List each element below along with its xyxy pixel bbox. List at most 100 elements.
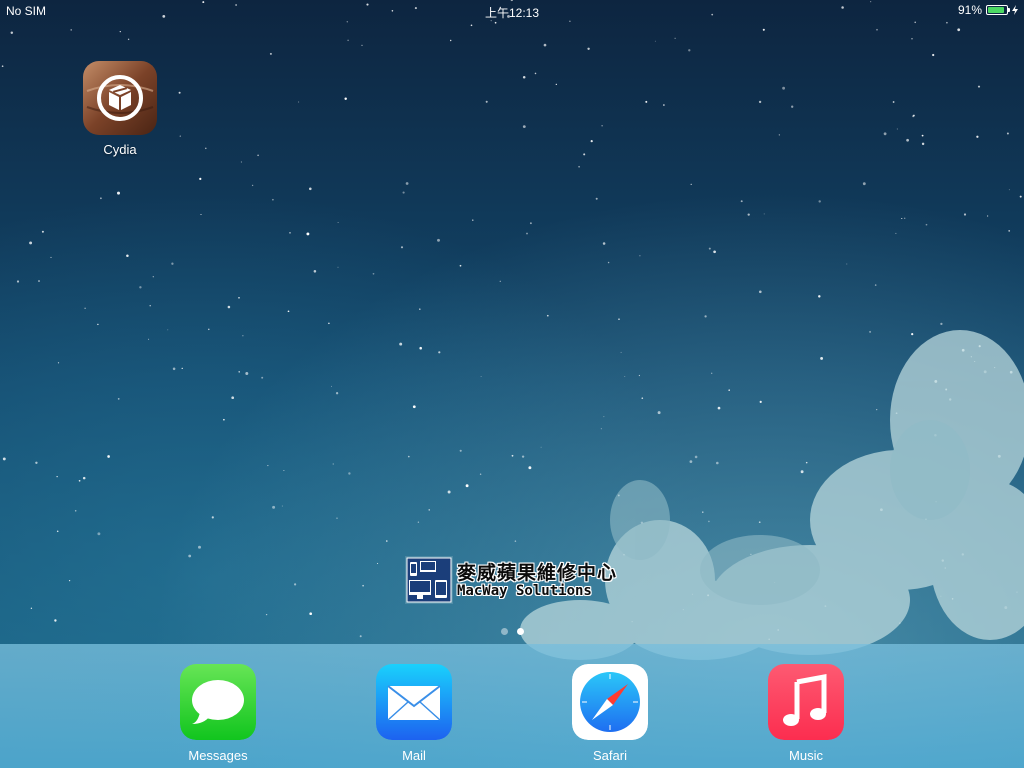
star <box>97 323 99 326</box>
star <box>148 338 150 340</box>
clock: 上午12:13 <box>484 6 540 20</box>
star <box>578 165 580 168</box>
star <box>663 104 665 106</box>
cydia-icon <box>83 61 157 135</box>
star <box>359 635 362 638</box>
star <box>82 476 86 480</box>
star <box>29 241 33 245</box>
star <box>386 540 388 542</box>
star <box>903 217 906 220</box>
music-icon <box>768 664 844 740</box>
star <box>261 376 264 379</box>
dock-app-messages[interactable]: Messages <box>173 664 263 763</box>
page-dot-1[interactable] <box>500 628 508 635</box>
app-cydia[interactable]: Cydia <box>75 61 165 157</box>
star <box>283 470 285 471</box>
star <box>740 200 743 203</box>
watermark-chinese-text: 麥威蘋果維修中心 <box>457 563 618 584</box>
star <box>758 290 762 294</box>
star <box>1008 189 1010 191</box>
star <box>438 351 441 354</box>
mail-icon <box>376 664 452 740</box>
dock-app-music[interactable]: Music <box>761 664 851 763</box>
star <box>595 197 598 200</box>
star <box>178 91 181 94</box>
star <box>227 305 231 309</box>
star <box>986 215 989 217</box>
star <box>645 100 648 103</box>
star <box>100 197 102 200</box>
star <box>499 280 501 282</box>
star <box>172 367 176 371</box>
star <box>84 307 86 309</box>
star <box>337 266 339 268</box>
watermark-logo: 麥威蘋果維修中心 MacWay Solutions <box>405 556 620 606</box>
star <box>876 408 878 411</box>
safari-icon <box>572 664 648 740</box>
star <box>313 270 317 273</box>
star <box>257 154 259 157</box>
star <box>1 65 4 68</box>
star <box>976 135 979 138</box>
star <box>57 362 60 364</box>
star <box>602 242 606 245</box>
star <box>534 72 537 75</box>
star <box>251 184 254 187</box>
star <box>265 613 268 616</box>
star <box>494 21 497 24</box>
star <box>932 53 935 57</box>
star <box>485 100 488 103</box>
star <box>711 372 713 374</box>
star <box>245 372 249 375</box>
star <box>600 428 602 430</box>
star <box>272 198 274 201</box>
star <box>459 449 462 452</box>
star <box>713 250 716 254</box>
star <box>298 101 300 103</box>
star <box>332 463 334 465</box>
star <box>272 505 276 509</box>
app-label: Mail <box>402 748 426 763</box>
star <box>546 314 549 317</box>
dock-app-mail[interactable]: Mail <box>369 664 459 763</box>
star <box>152 276 154 278</box>
star <box>638 374 641 377</box>
star <box>624 376 626 378</box>
star <box>348 472 351 475</box>
app-label: Safari <box>593 748 627 763</box>
star <box>791 105 794 108</box>
app-label: Music <box>789 748 823 763</box>
star <box>179 135 181 137</box>
star <box>107 455 110 458</box>
star <box>583 153 586 156</box>
star <box>587 47 590 50</box>
star <box>654 40 656 42</box>
star <box>694 455 698 459</box>
star <box>747 213 750 216</box>
star <box>41 230 44 233</box>
star <box>977 85 981 88</box>
star <box>883 132 887 136</box>
star <box>800 470 804 474</box>
star <box>231 396 235 400</box>
star <box>876 28 878 31</box>
star <box>708 520 710 523</box>
star <box>874 284 877 286</box>
star <box>344 97 347 100</box>
star <box>603 416 605 418</box>
star <box>289 232 291 234</box>
dock-app-safari[interactable]: Safari <box>565 664 655 763</box>
star <box>716 461 719 465</box>
star <box>372 272 375 275</box>
star <box>428 509 430 511</box>
star <box>869 330 872 333</box>
messages-icon <box>180 664 256 740</box>
page-dot-2[interactable] <box>516 628 524 635</box>
star <box>139 286 142 289</box>
app-label: Messages <box>188 748 248 763</box>
battery-level-fill <box>988 7 1005 13</box>
star <box>306 232 310 236</box>
star <box>1006 132 1009 135</box>
star <box>540 446 542 448</box>
page-indicator[interactable] <box>0 628 1024 635</box>
